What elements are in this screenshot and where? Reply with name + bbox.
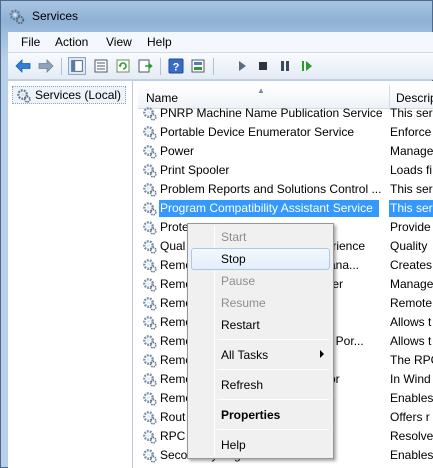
menu-separator	[217, 339, 329, 340]
menu-item-refresh[interactable]: Refresh	[191, 374, 330, 396]
service-gear-icon	[142, 201, 157, 216]
table-row[interactable]: Power Manage	[138, 142, 433, 161]
menu-item-restart[interactable]: Restart	[191, 314, 330, 336]
service-description: Loads fi	[390, 163, 433, 177]
console-tree: Services (Local)	[8, 81, 133, 468]
menu-item-start[interactable]: Start	[191, 226, 330, 248]
table-row-selected[interactable]: Program Compatibility Assistant Service T…	[138, 199, 433, 218]
properties-icon[interactable]	[189, 57, 207, 75]
table-row[interactable]: PNRP Machine Name Publication Service Thi…	[138, 104, 433, 123]
service-gear-icon	[142, 258, 157, 273]
service-gear-icon	[142, 163, 157, 178]
table-row[interactable]: Print Spooler Loads fi	[138, 161, 433, 180]
service-gear-icon	[142, 296, 157, 311]
service-description: This ser	[389, 200, 433, 217]
services-gear-icon	[17, 89, 31, 103]
service-gear-icon	[142, 239, 157, 254]
back-icon[interactable]	[14, 57, 32, 75]
menu-bar: File Action View Help	[8, 32, 433, 53]
pause-service-icon[interactable]	[276, 57, 294, 75]
menu-item-properties[interactable]: Properties	[191, 404, 330, 426]
service-name: Portable Device Enumerator Service	[160, 125, 355, 139]
service-gear-icon	[142, 315, 157, 330]
menu-separator	[217, 429, 329, 430]
service-description: Resolve	[390, 429, 433, 443]
service-gear-icon	[142, 277, 157, 292]
service-description: Manage	[390, 277, 433, 291]
tree-item-label: Services (Local)	[35, 88, 122, 102]
export-list-icon[interactable]	[136, 57, 154, 75]
svg-text:?: ?	[173, 62, 180, 74]
menu-item-stop[interactable]: Stop	[191, 248, 330, 270]
menu-action[interactable]: Action	[55, 35, 88, 49]
service-gear-icon	[142, 372, 157, 387]
help-icon[interactable]: ?	[167, 57, 185, 75]
window-title: Services	[32, 9, 79, 23]
service-description: Quality	[390, 239, 428, 253]
service-description: Enforce	[390, 125, 432, 139]
service-description: Allows t	[390, 334, 432, 348]
services-app-icon	[9, 9, 25, 25]
submenu-arrow-icon	[320, 350, 324, 358]
start-service-icon[interactable]	[233, 57, 251, 75]
toolbar-separator	[213, 58, 214, 75]
service-description: Enables	[390, 391, 433, 405]
service-gear-icon	[142, 125, 157, 140]
service-name: Problem Reports and Solutions Control ..…	[160, 182, 382, 196]
menu-item-all-tasks-label: All Tasks	[221, 348, 269, 362]
service-name: Print Spooler	[160, 163, 230, 177]
service-gear-icon	[142, 391, 157, 406]
service-name: PNRP Machine Name Publication Service	[160, 106, 383, 120]
service-gear-icon	[142, 448, 157, 463]
service-gear-icon	[142, 429, 157, 444]
service-gear-icon	[142, 334, 157, 349]
toolbar-separator	[61, 58, 62, 75]
toolbar: ?	[8, 53, 433, 80]
menu-item-resume[interactable]: Resume	[191, 292, 330, 314]
show-hide-console-tree-icon[interactable]	[68, 57, 86, 75]
toolbar-separator	[160, 58, 161, 75]
table-row[interactable]: Portable Device Enumerator Service Enforc…	[138, 123, 433, 142]
menu-separator	[217, 369, 329, 370]
menu-view[interactable]: View	[106, 35, 132, 49]
service-description: This ser	[390, 106, 433, 120]
services-window: Services File Action View Help ? Service…	[0, 0, 433, 468]
tree-item-services-local[interactable]: Services (Local)	[12, 86, 127, 104]
service-description: Offers r	[390, 410, 430, 424]
menu-item-all-tasks[interactable]: All Tasks	[191, 344, 330, 366]
menu-file[interactable]: File	[21, 35, 40, 49]
service-gear-icon	[142, 182, 157, 197]
service-gear-icon	[142, 106, 157, 121]
service-description: This ser	[390, 182, 433, 196]
service-description: Remote	[390, 296, 433, 310]
service-gear-icon	[142, 144, 157, 159]
stop-service-icon[interactable]	[254, 57, 272, 75]
forward-icon[interactable]	[37, 57, 55, 75]
restart-service-icon[interactable]	[298, 57, 316, 75]
service-description: The RPC	[390, 353, 433, 367]
service-description: Manage	[390, 144, 433, 158]
context-menu: Start Stop Pause Resume Restart All Task…	[187, 223, 334, 459]
menu-help[interactable]: Help	[147, 35, 172, 49]
menu-item-pause[interactable]: Pause	[191, 270, 330, 292]
service-gear-icon	[142, 220, 157, 235]
service-gear-icon	[142, 410, 157, 425]
column-header-name[interactable]: Name	[146, 91, 178, 105]
service-description: In Wind	[390, 372, 431, 386]
properties-page-icon[interactable]	[92, 57, 110, 75]
table-row[interactable]: Problem Reports and Solutions Control ..…	[138, 180, 433, 199]
refresh-icon[interactable]	[114, 57, 132, 75]
service-name: Power	[160, 144, 195, 158]
service-name: Program Compatibility Assistant Service	[159, 200, 379, 217]
sort-ascending-icon: ▲	[257, 86, 265, 95]
service-description: Creates	[390, 258, 433, 272]
menu-item-help[interactable]: Help	[191, 434, 330, 456]
service-description: Provide	[390, 220, 431, 234]
title-bar[interactable]: Services	[1, 1, 433, 32]
service-description: Enables	[390, 448, 433, 462]
menu-separator	[217, 399, 329, 400]
service-description: Allows t	[390, 315, 432, 329]
service-gear-icon	[142, 353, 157, 368]
